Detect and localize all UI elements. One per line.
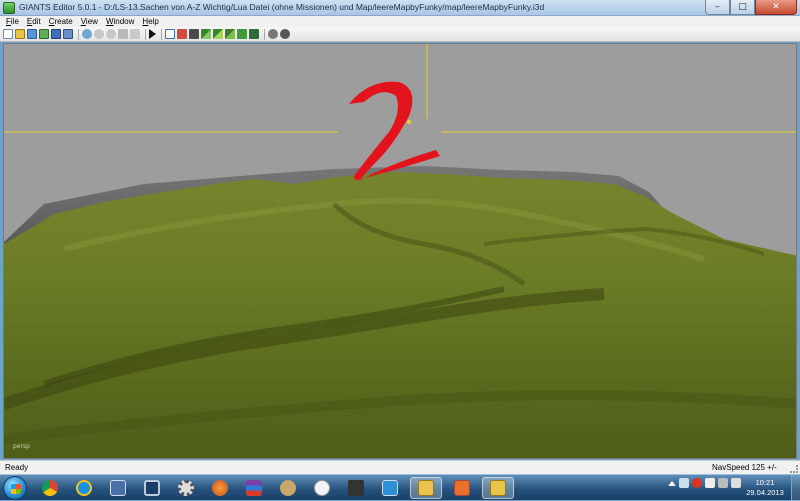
- show-desktop-button[interactable]: [791, 475, 800, 501]
- taskbar: 10:21 29.04.2013: [0, 474, 800, 501]
- editor-window: GIANTS Editor 5.0.1 - D:/LS-13.Sachen vo…: [0, 0, 800, 474]
- save-as-icon[interactable]: [63, 29, 73, 39]
- gizmo-origin: [407, 120, 411, 124]
- scripts-icon[interactable]: [268, 29, 278, 39]
- taskbar-explorer[interactable]: [102, 477, 134, 499]
- menu-view[interactable]: View: [81, 16, 98, 27]
- explorer-icon: [110, 480, 126, 496]
- play-icon[interactable]: [149, 29, 156, 39]
- terrain-sculpt-icon[interactable]: [201, 29, 211, 39]
- grass-paint-icon[interactable]: [237, 29, 247, 39]
- monitor-icon: [144, 480, 160, 496]
- foliage-paint-icon[interactable]: [225, 29, 235, 39]
- archive-icon: [246, 480, 262, 496]
- tray-antivirus-icon[interactable]: [692, 478, 702, 488]
- taskbar-monitor[interactable]: [136, 477, 168, 499]
- window-title: GIANTS Editor 5.0.1 - D:/LS-13.Sachen vo…: [19, 2, 545, 12]
- taskbar-mail[interactable]: [446, 477, 478, 499]
- media-player-icon: [212, 480, 228, 496]
- taskbar-chrome[interactable]: [34, 477, 66, 499]
- undo-icon[interactable]: [94, 29, 104, 39]
- new-file-icon[interactable]: [3, 29, 13, 39]
- taskbar-media[interactable]: [204, 477, 236, 499]
- camera-label: persp: [13, 443, 30, 450]
- select-tool-icon[interactable]: [165, 29, 175, 39]
- start-button[interactable]: [3, 476, 27, 500]
- toolbar-separator: [145, 28, 146, 40]
- mail-icon: [454, 480, 470, 496]
- giants-editor-icon: [490, 480, 506, 496]
- settings-icon[interactable]: [280, 29, 290, 39]
- resize-grip-icon[interactable]: [790, 465, 798, 473]
- taskbar-settings[interactable]: [170, 477, 202, 499]
- menu-file[interactable]: File: [6, 16, 19, 27]
- system-clock[interactable]: 10:21 29.04.2013: [745, 478, 785, 498]
- nav-speed-text: NavSpeed 125 +/-: [712, 463, 777, 472]
- tray-battery-icon[interactable]: [718, 478, 728, 488]
- redo-icon[interactable]: [106, 29, 116, 39]
- title-bar[interactable]: GIANTS Editor 5.0.1 - D:/LS-13.Sachen vo…: [0, 0, 800, 16]
- terrain-paint-icon[interactable]: [213, 29, 223, 39]
- 3d-viewport[interactable]: persp: [3, 43, 797, 459]
- tray-network-icon[interactable]: [679, 478, 689, 488]
- toolbar: [0, 27, 800, 42]
- taskbar-folder[interactable]: [410, 477, 442, 499]
- toolbar-separator: [161, 28, 162, 40]
- status-text: Ready: [5, 463, 29, 472]
- system-tray: [668, 478, 744, 488]
- toolbar-separator: [264, 28, 265, 40]
- terrain-scene: [4, 44, 796, 458]
- paste-icon[interactable]: [130, 29, 140, 39]
- folder-icon: [418, 480, 434, 496]
- menu-help[interactable]: Help: [142, 16, 158, 27]
- cut-icon[interactable]: [118, 29, 128, 39]
- menu-create[interactable]: Create: [49, 16, 73, 27]
- status-bar: Ready NavSpeed 125 +/-: [0, 460, 800, 474]
- chrome-icon: [42, 480, 58, 496]
- move-tool-icon[interactable]: [177, 29, 187, 39]
- menu-edit[interactable]: Edit: [27, 16, 41, 27]
- tray-volume-icon[interactable]: [731, 478, 741, 488]
- taskbar-editor[interactable]: [340, 477, 372, 499]
- taskbar-paint[interactable]: [306, 477, 338, 499]
- brush-icon[interactable]: [249, 29, 259, 39]
- terrain-tool-icon[interactable]: [189, 29, 199, 39]
- toolbar-separator: [78, 28, 79, 40]
- giants-app-icon: [3, 2, 15, 14]
- clock-time: 10:21: [755, 478, 775, 487]
- tray-flag-icon[interactable]: [705, 478, 715, 488]
- notepad-icon: [382, 480, 398, 496]
- paint-icon: [314, 480, 330, 496]
- maximize-button[interactable]: □: [730, 0, 755, 15]
- taskbar-notepad[interactable]: [374, 477, 406, 499]
- tray-arrow-icon[interactable]: [668, 480, 676, 486]
- export-icon[interactable]: [39, 29, 49, 39]
- tractor-icon: [348, 480, 364, 496]
- taskbar-winrar[interactable]: [238, 477, 270, 499]
- taskbar-ie[interactable]: [68, 477, 100, 499]
- gear-icon: [178, 480, 194, 496]
- menu-bar: File Edit Create View Window Help: [0, 16, 800, 27]
- ie-icon: [76, 480, 92, 496]
- close-button[interactable]: ✕: [755, 0, 797, 15]
- refresh-icon[interactable]: [82, 29, 92, 39]
- save-icon[interactable]: [51, 29, 61, 39]
- taskbar-game[interactable]: [272, 477, 304, 499]
- menu-window[interactable]: Window: [106, 16, 134, 27]
- clock-date: 29.04.2013: [746, 488, 784, 497]
- game-icon: [280, 480, 296, 496]
- taskbar-giants-editor[interactable]: [482, 477, 514, 499]
- open-file-icon[interactable]: [15, 29, 25, 39]
- minimize-button[interactable]: –: [705, 0, 730, 15]
- import-icon[interactable]: [27, 29, 37, 39]
